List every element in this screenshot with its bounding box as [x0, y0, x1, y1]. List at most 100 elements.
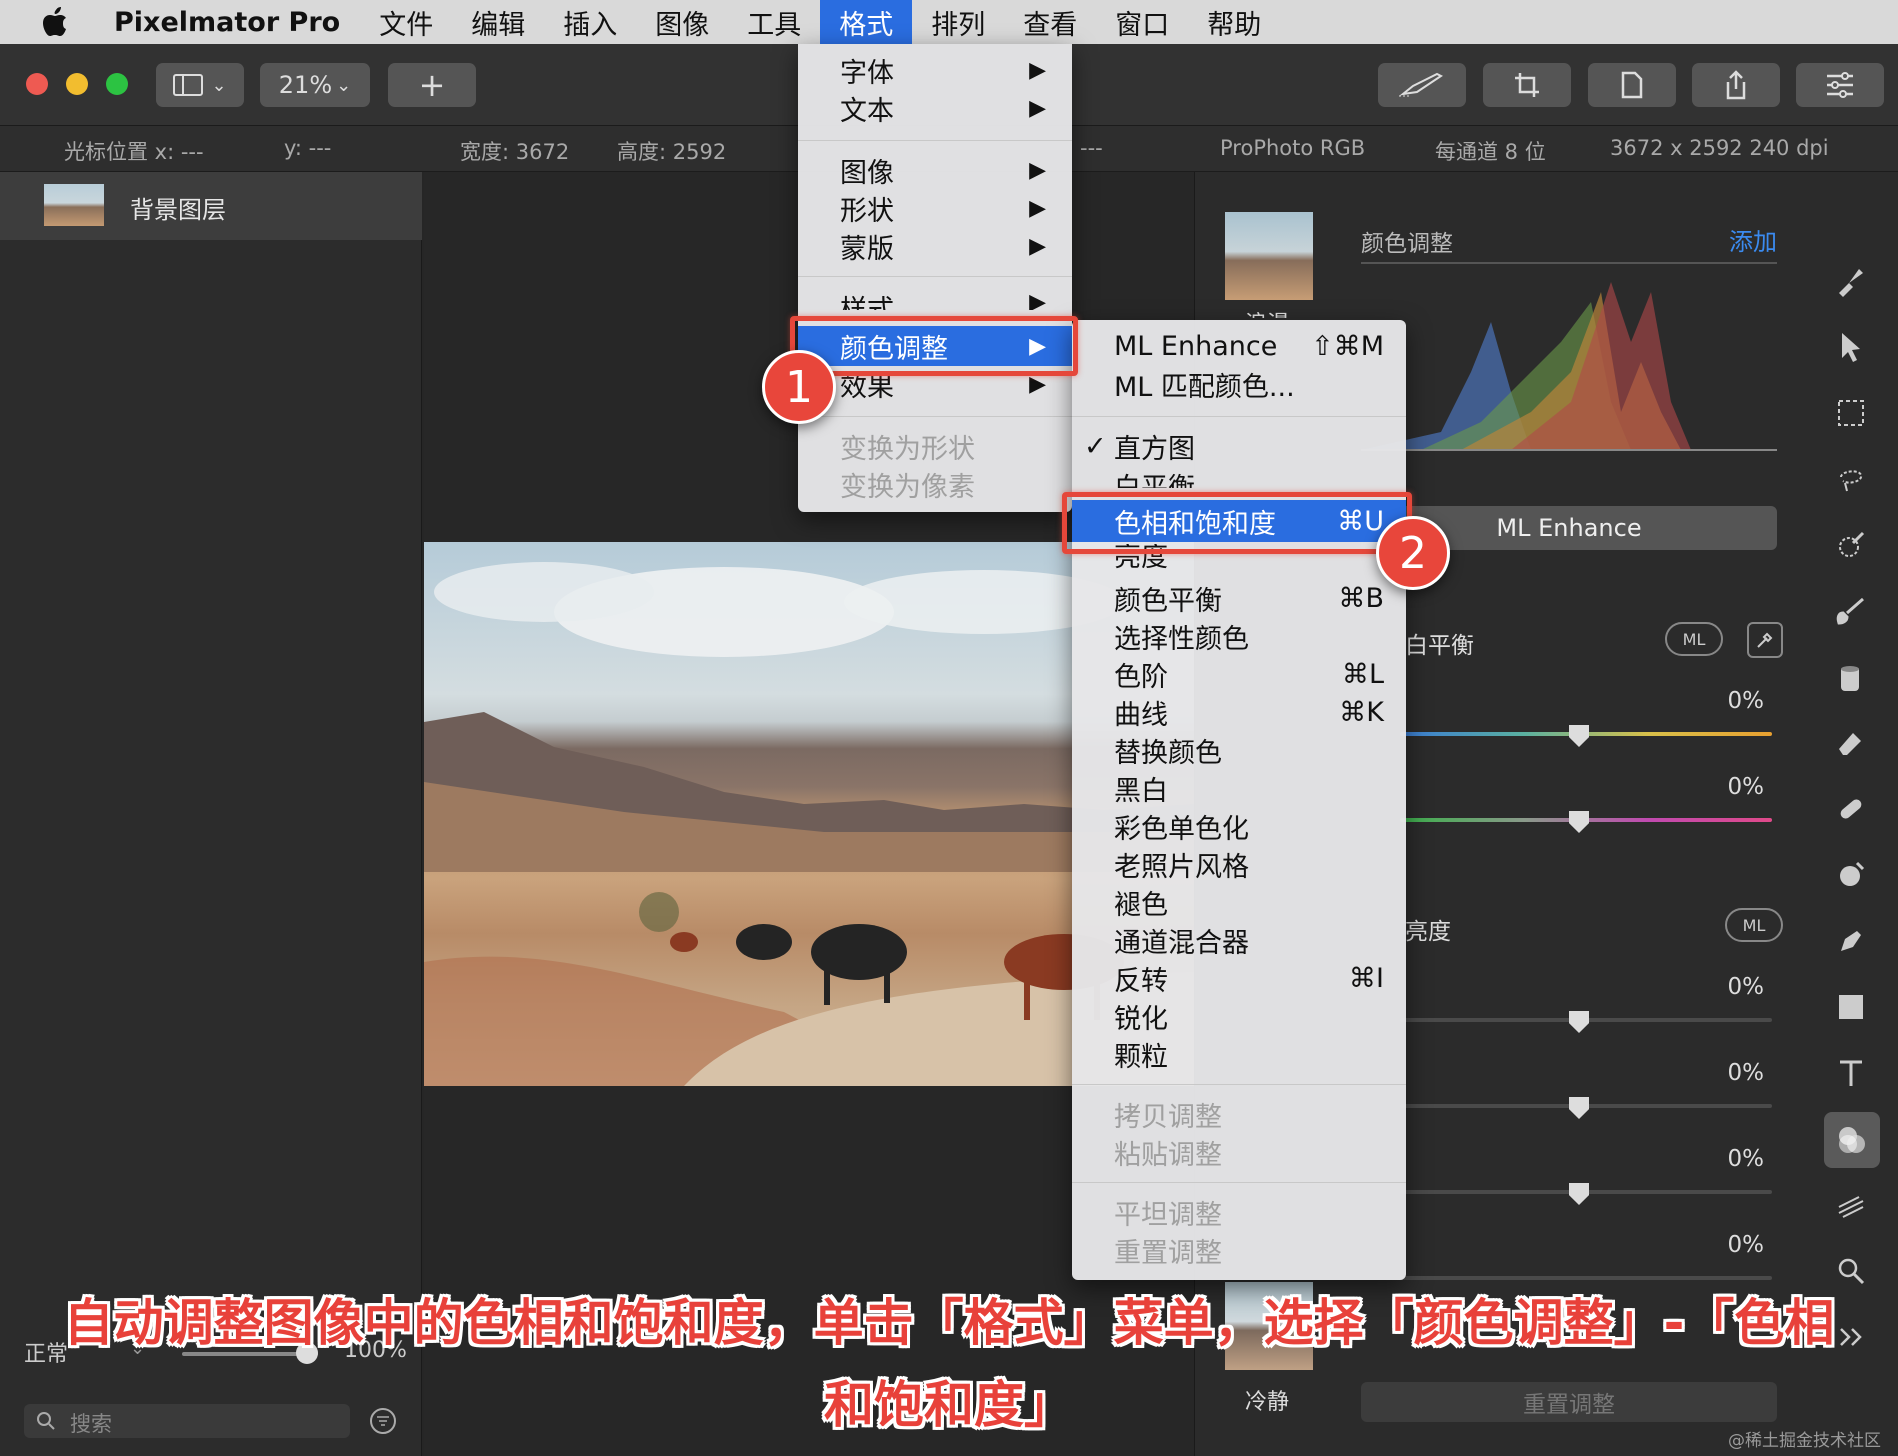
submenu-item-paste-adjustments: 粘贴调整 [1072, 1134, 1406, 1171]
submenu-item-sepia[interactable]: 老照片风格 [1072, 846, 1406, 883]
info-dash: --- [1080, 136, 1103, 160]
add-link[interactable]: 添加 [1729, 222, 1777, 257]
menu-image[interactable]: 图像 [636, 0, 728, 44]
menu-item-label: 样式 [840, 288, 894, 310]
submenu-item-channel-mixer[interactable]: 通道混合器 [1072, 922, 1406, 959]
apple-icon[interactable] [28, 0, 82, 44]
menu-item-label: 选择性颜色 [1114, 623, 1249, 655]
repair-icon[interactable] [1826, 784, 1876, 834]
temperature-thumb[interactable] [1569, 725, 1589, 747]
submenu-item-levels[interactable]: 色阶 ⌘L [1072, 656, 1406, 693]
menu-item-convert-to-shape: 变换为形状 [798, 428, 1072, 465]
white-balance-heading[interactable]: 白平衡 [1405, 626, 1474, 660]
menu-separator [798, 276, 1072, 277]
menu-item-shape[interactable]: 形状 ▶ [798, 190, 1072, 227]
cursor-x: 光标位置 x: --- [64, 140, 204, 164]
add-button[interactable]: + [388, 63, 476, 107]
type-icon[interactable] [1826, 1048, 1876, 1098]
pen-icon[interactable] [1826, 916, 1876, 966]
submenu-item-flatten-adjustments: 平坦调整 [1072, 1194, 1406, 1231]
exposure-thumb[interactable] [1569, 1011, 1589, 1033]
highlights-thumb[interactable] [1569, 1097, 1589, 1119]
menu-item-label: 反转 [1114, 965, 1168, 997]
shape-icon[interactable] [1826, 982, 1876, 1032]
menu-tools[interactable]: 工具 [728, 0, 820, 44]
menu-item-label: 替换颜色 [1114, 737, 1222, 769]
brush-tool-button[interactable] [1378, 63, 1466, 107]
submenu-item-ml-match-colors[interactable]: ML 匹配颜色... [1072, 366, 1406, 403]
brightness-ml-button[interactable]: ML [1725, 908, 1783, 942]
minimize-window-button[interactable] [66, 73, 88, 95]
effects-icon[interactable] [1826, 1180, 1876, 1230]
submenu-item-fade[interactable]: 褪色 [1072, 884, 1406, 921]
menu-item-label: 字体 [840, 57, 894, 89]
zoom-select[interactable]: 21% ⌄ [260, 63, 370, 107]
submenu-item-invert[interactable]: 反转 ⌘I [1072, 960, 1406, 997]
submenu-item-histogram[interactable]: ✓ 直方图 [1072, 428, 1406, 465]
share-button[interactable] [1692, 63, 1780, 107]
layer-thumbnail [44, 184, 104, 226]
menu-separator [798, 416, 1072, 417]
submenu-item-selective-color[interactable]: 选择性颜色 [1072, 618, 1406, 655]
rectangle-select-icon[interactable] [1826, 388, 1876, 438]
menu-arrange[interactable]: 排列 [912, 0, 1004, 44]
menu-edit[interactable]: 编辑 [452, 0, 544, 44]
crop-button[interactable] [1483, 63, 1571, 107]
menu-shortcut: ⌘K [1339, 696, 1384, 728]
eyedropper-button[interactable] [1747, 622, 1783, 658]
submenu-item-white-balance[interactable]: 白平衡 [1072, 466, 1406, 488]
black-point-slider[interactable] [1400, 1276, 1772, 1280]
eraser-icon[interactable] [1826, 718, 1876, 768]
style-tool-icon[interactable] [1826, 256, 1876, 306]
menu-file[interactable]: 文件 [360, 0, 452, 44]
submenu-item-black-white[interactable]: 黑白 [1072, 770, 1406, 807]
paint-bucket-icon[interactable] [1826, 652, 1876, 702]
menu-item-font[interactable]: 字体 ▶ [798, 52, 1072, 89]
submenu-item-color-monochrome[interactable]: 彩色单色化 [1072, 808, 1406, 845]
zoom-window-button[interactable] [106, 73, 128, 95]
menu-item-label: 曲线 [1114, 699, 1168, 731]
menu-window[interactable]: 窗口 [1096, 0, 1188, 44]
submenu-item-sharpen[interactable]: 锐化 [1072, 998, 1406, 1035]
menu-item-label: 通道混合器 [1114, 927, 1249, 959]
submenu-item-curves[interactable]: 曲线 ⌘K [1072, 694, 1406, 731]
menu-bar: Pixelmator Pro 文件 编辑 插入 图像 工具 格式 排列 查看 窗… [0, 0, 1898, 44]
white-balance-ml-button[interactable]: ML [1665, 622, 1723, 656]
crop-icon [1515, 73, 1539, 97]
step-badge-2: 2 [1376, 516, 1450, 590]
submenu-item-color-balance[interactable]: 颜色平衡 ⌘B [1072, 580, 1406, 617]
submenu-item-replace-color[interactable]: 替换颜色 [1072, 732, 1406, 769]
menu-help[interactable]: 帮助 [1188, 0, 1280, 44]
menu-view[interactable]: 查看 [1004, 0, 1096, 44]
menu-item-style[interactable]: 样式 ▶ [798, 288, 1072, 310]
menu-item-image[interactable]: 图像 ▶ [798, 152, 1072, 189]
menu-format[interactable]: 格式 [820, 0, 913, 44]
sidebar-toggle-button[interactable]: ⌄ [156, 63, 244, 107]
menu-item-label: 颜色平衡 [1114, 585, 1222, 617]
submenu-item-ml-enhance[interactable]: ML Enhance ⇧⌘M [1072, 328, 1406, 364]
submenu-item-grain[interactable]: 颗粒 [1072, 1036, 1406, 1073]
paint-brush-icon[interactable] [1826, 586, 1876, 636]
share-icon [1726, 70, 1746, 100]
sponge-icon[interactable] [1826, 850, 1876, 900]
menu-shortcut: ⌘B [1338, 582, 1384, 614]
tint-value: 0% [1727, 774, 1765, 800]
brightness-heading[interactable]: 亮度 [1405, 912, 1451, 946]
arrange-tool-icon[interactable] [1826, 322, 1876, 372]
quick-select-icon[interactable] [1826, 520, 1876, 570]
app-name[interactable]: Pixelmator Pro [114, 7, 340, 38]
document-button[interactable] [1588, 63, 1676, 107]
menu-item-mask[interactable]: 蒙版 ▶ [798, 228, 1072, 265]
preset-thumbnail-top[interactable] [1225, 212, 1313, 300]
shadows-thumb[interactable] [1569, 1183, 1589, 1205]
color-adjust-icon[interactable] [1824, 1112, 1880, 1168]
close-window-button[interactable] [26, 73, 48, 95]
tint-thumb[interactable] [1569, 811, 1589, 833]
document-icon [1621, 71, 1643, 99]
layer-row[interactable]: 背景图层 [0, 172, 422, 240]
lasso-icon[interactable] [1826, 454, 1876, 504]
menu-separator [798, 140, 1072, 141]
adjustments-button[interactable] [1796, 63, 1884, 107]
menu-item-text[interactable]: 文本 ▶ [798, 90, 1072, 127]
menu-insert[interactable]: 插入 [544, 0, 636, 44]
